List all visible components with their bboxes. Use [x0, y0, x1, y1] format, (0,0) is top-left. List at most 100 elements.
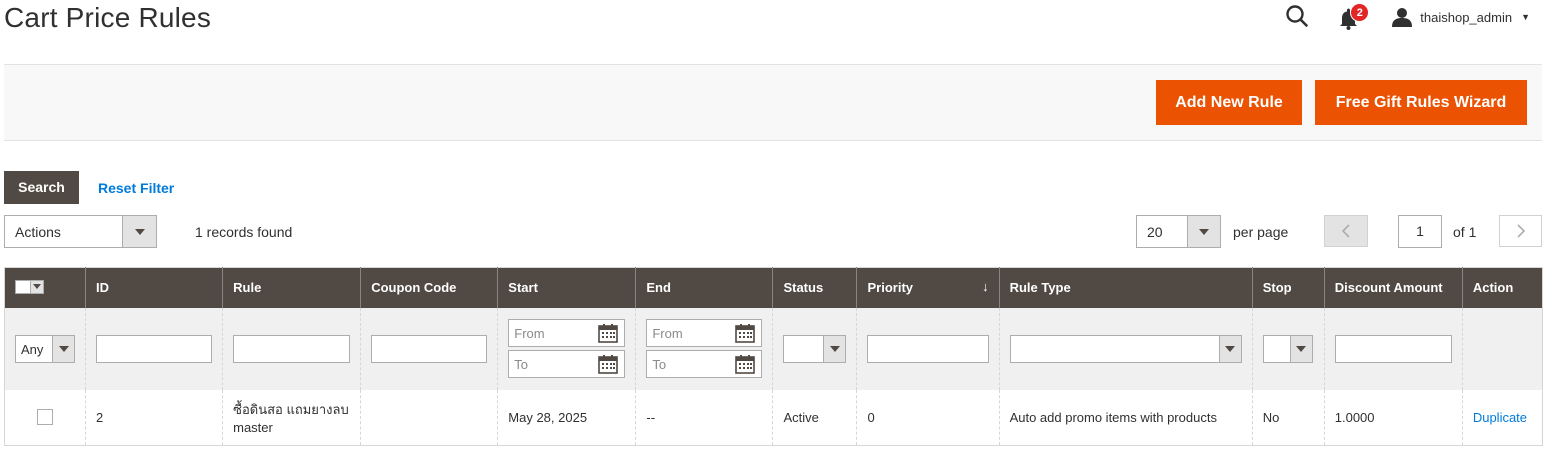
- grid-filter-row: Any From To From To: [4, 307, 1543, 390]
- chevron-down-icon: [1289, 335, 1312, 362]
- cell-priority: 0: [856, 389, 1000, 446]
- cell-discount-amount: 1.0000: [1324, 389, 1463, 446]
- filter-in-selection-select[interactable]: Any: [15, 334, 75, 363]
- page-title: Cart Price Rules: [4, 2, 212, 33]
- free-gift-rules-wizard-button[interactable]: Free Gift Rules Wizard: [1315, 80, 1527, 125]
- table-row[interactable]: 2 ซื้อดินสอ แถมยางลบ master May 28, 2025…: [4, 389, 1543, 446]
- notifications-bell[interactable]: 2: [1338, 3, 1370, 30]
- mass-actions-value: Actions: [15, 224, 61, 240]
- chevron-right-icon: [1516, 224, 1525, 238]
- column-end[interactable]: End: [635, 267, 774, 308]
- chevron-down-icon: [122, 216, 156, 247]
- records-found: 1 records found: [195, 224, 293, 240]
- previous-page-button[interactable]: [1324, 215, 1368, 247]
- filter-status-cell: [772, 307, 858, 390]
- cell-rule-line1: ซื้อดินสอ แถมยางลบ: [233, 402, 349, 418]
- filter-in-selection-value: Any: [21, 341, 44, 357]
- filter-start-to-input[interactable]: To: [508, 350, 626, 378]
- user-icon: [1392, 8, 1413, 27]
- cell-end: --: [635, 389, 774, 446]
- page-actions-bar: Add New Rule Free Gift Rules Wizard: [4, 64, 1542, 141]
- chevron-down-icon: [1218, 335, 1241, 362]
- row-select-cell: [4, 389, 87, 446]
- cell-action: Duplicate: [1462, 389, 1543, 446]
- rules-grid: ID Rule Coupon Code Start End Status Pri…: [4, 267, 1543, 446]
- filter-status-select[interactable]: [783, 334, 847, 363]
- chevron-down-icon: [823, 335, 846, 362]
- filter-priority-cell: [856, 307, 1000, 390]
- grid-header-row: ID Rule Coupon Code Start End Status Pri…: [4, 267, 1543, 308]
- column-coupon-code[interactable]: Coupon Code: [360, 267, 499, 308]
- filter-start-from-input[interactable]: From: [508, 319, 626, 347]
- filter-end-from-placeholder: From: [652, 326, 683, 341]
- column-priority-label: Priority: [867, 280, 913, 296]
- cell-id: 2: [85, 389, 224, 446]
- reset-filter-link[interactable]: Reset Filter: [98, 180, 174, 196]
- filter-rule-type-select[interactable]: [1009, 334, 1242, 363]
- mass-select-header[interactable]: [4, 267, 87, 308]
- header-actions: 2 thaishop_admin ▼: [1284, 3, 1530, 30]
- column-action: Action: [1462, 267, 1543, 308]
- cell-rule-type: Auto add promo items with products: [999, 389, 1253, 446]
- filter-rule-cell: [222, 307, 362, 390]
- filter-rule-type-cell: [999, 307, 1253, 390]
- column-id[interactable]: ID: [85, 267, 224, 308]
- filter-discount-cell: [1324, 307, 1463, 390]
- per-page-label: per page: [1233, 224, 1289, 240]
- filter-discount-input[interactable]: [1334, 334, 1452, 363]
- calendar-icon[interactable]: [598, 323, 619, 343]
- user-menu[interactable]: thaishop_admin ▼: [1392, 7, 1530, 27]
- filter-end-from-input[interactable]: From: [646, 319, 763, 347]
- page-total: of 1: [1453, 224, 1477, 240]
- chevron-down-icon: [1187, 216, 1220, 247]
- per-page-select[interactable]: 20: [1136, 215, 1221, 248]
- cell-start: May 28, 2025: [497, 389, 637, 446]
- next-page-button[interactable]: [1499, 215, 1542, 247]
- filter-mass-select-cell: Any: [4, 307, 87, 390]
- search-icon[interactable]: [1284, 4, 1310, 30]
- column-priority[interactable]: Priority ↓: [856, 267, 1000, 308]
- column-start[interactable]: Start: [497, 267, 637, 308]
- chevron-down-icon: [52, 335, 74, 362]
- filter-coupon-cell: [360, 307, 499, 390]
- filter-id-cell: [85, 307, 224, 390]
- column-rule[interactable]: Rule: [222, 267, 362, 308]
- cell-stop: No: [1252, 389, 1325, 446]
- column-discount-amount[interactable]: Discount Amount: [1324, 267, 1463, 308]
- filter-id-input[interactable]: [96, 334, 213, 363]
- per-page-value: 20: [1147, 224, 1163, 240]
- mass-actions-select[interactable]: Actions: [4, 215, 157, 248]
- filter-end-to-input[interactable]: To: [646, 350, 763, 378]
- add-new-rule-button[interactable]: Add New Rule: [1156, 80, 1302, 125]
- cell-status: Active: [772, 389, 858, 446]
- chevron-down-icon: ▼: [1521, 12, 1530, 22]
- filter-start-to-placeholder: To: [514, 357, 529, 372]
- duplicate-link[interactable]: Duplicate: [1473, 410, 1527, 425]
- cell-rule: ซื้อดินสอ แถมยางลบ master: [222, 389, 362, 446]
- filter-rule-input[interactable]: [233, 334, 351, 363]
- calendar-icon[interactable]: [735, 323, 756, 343]
- chevron-left-icon: [1341, 224, 1350, 238]
- filter-end-cell: From To: [635, 307, 774, 390]
- notification-count-badge: 2: [1350, 3, 1370, 22]
- column-stop[interactable]: Stop: [1252, 267, 1325, 308]
- username: thaishop_admin: [1420, 9, 1513, 25]
- filter-start-from-placeholder: From: [514, 326, 545, 341]
- sort-descending-icon: ↓: [982, 279, 989, 294]
- mass-select-checkbox[interactable]: [15, 279, 44, 295]
- filter-end-to-placeholder: To: [652, 357, 667, 372]
- cell-coupon-code: [360, 389, 499, 446]
- calendar-icon[interactable]: [598, 354, 619, 374]
- cell-rule-line2: master: [233, 420, 273, 436]
- filter-start-cell: From To: [497, 307, 637, 390]
- page-number-input[interactable]: 1: [1398, 215, 1442, 248]
- column-rule-type[interactable]: Rule Type: [999, 267, 1253, 308]
- filter-action-cell: [1462, 307, 1543, 390]
- filter-priority-input[interactable]: [867, 334, 989, 363]
- filter-coupon-input[interactable]: [371, 334, 488, 363]
- search-button[interactable]: Search: [4, 171, 79, 204]
- filter-stop-select[interactable]: [1262, 334, 1313, 363]
- column-status[interactable]: Status: [772, 267, 858, 308]
- calendar-icon[interactable]: [735, 354, 756, 374]
- row-checkbox[interactable]: [37, 409, 53, 426]
